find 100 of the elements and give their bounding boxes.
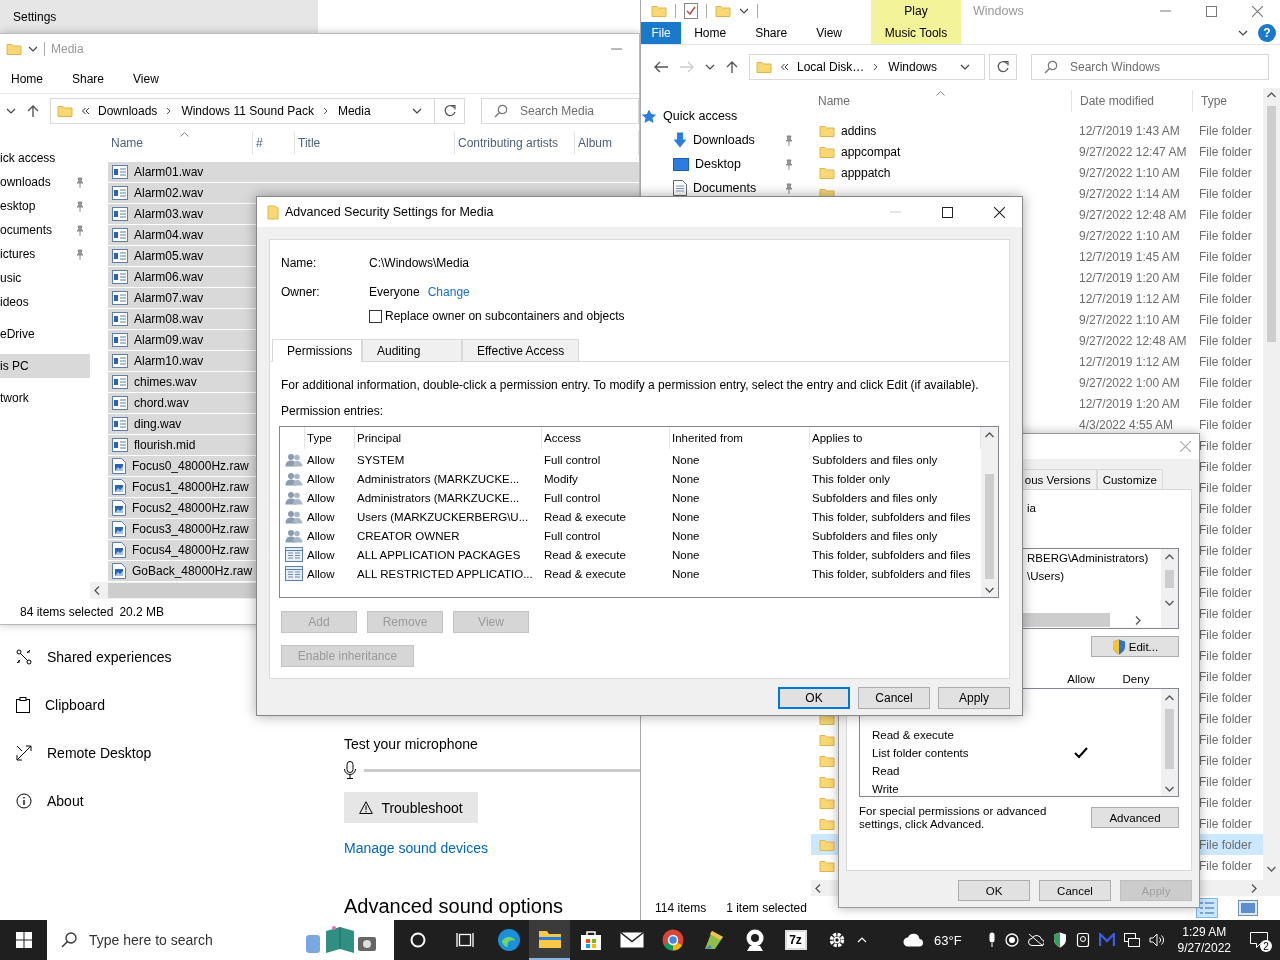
date-modified: 12/7/2019 1:43 AM xyxy=(1079,123,1180,138)
applies-to: Subfolders and files only xyxy=(812,491,938,504)
info-text: For additional information, double-click a permission entry. To modify a permission entry, select the entry and click Edit (if available). xyxy=(281,378,979,392)
item-type: File folder xyxy=(1199,732,1252,747)
item-type: File folder xyxy=(1199,858,1252,873)
inherited-from: None xyxy=(672,453,700,466)
dialog-title: Advanced Security Settings for Media xyxy=(285,205,494,219)
applies-to: This folder only xyxy=(812,472,890,485)
item-type: File folder xyxy=(1199,417,1252,432)
entry-type: Allow xyxy=(307,567,335,580)
section-heading: Test your microphone xyxy=(344,736,478,752)
column-header: Deny xyxy=(1122,673,1150,685)
folder-name: appcompat xyxy=(841,144,901,159)
date-modified: 4/3/2022 4:55 AM xyxy=(1079,417,1174,432)
item-type: File folder xyxy=(1199,312,1252,327)
item-type: File folder xyxy=(1199,774,1252,789)
date-modified: 9/27/2022 12:48 AM xyxy=(1079,207,1187,222)
access-level: Full control xyxy=(544,529,601,542)
section-heading: Advanced sound options xyxy=(344,895,564,918)
inherited-from: None xyxy=(672,529,700,542)
principal-name: ALL APPLICATION PACKAGES xyxy=(357,548,521,561)
item-type: File folder xyxy=(1199,837,1252,852)
applies-to: This folder, subfolders and files xyxy=(812,567,971,580)
date-modified: 9/27/2022 1:14 AM xyxy=(1079,186,1180,201)
applies-to: This folder, subfolders and files xyxy=(812,510,971,523)
status-text: 1 item selected xyxy=(726,901,807,915)
entry-type: Allow xyxy=(307,548,335,561)
date-modified: 12/7/2019 1:12 AM xyxy=(1079,354,1180,369)
app-logo: 7z xyxy=(784,930,807,950)
principal-name: CREATOR OWNER xyxy=(357,529,460,542)
item-type: File folder xyxy=(1199,753,1252,768)
field-label: Name: xyxy=(281,256,318,270)
principal-name: Administrators (MARKZUCKE... xyxy=(357,472,520,485)
date-modified: 9/27/2022 12:48 AM xyxy=(1079,333,1187,348)
advanced-note: For special permissions or advanced settings, click Advanced. xyxy=(859,805,1048,831)
date-modified: 9/27/2022 1:10 AM xyxy=(1079,228,1180,243)
principal-name: Users (MARKZUCKERBERG\U... xyxy=(357,510,529,523)
item-type: File folder xyxy=(1199,249,1252,264)
entry-type: Allow xyxy=(307,491,335,504)
principal-name: ALL RESTRICTED APPLICATIO... xyxy=(357,567,533,580)
folder-name: apppatch xyxy=(841,165,891,180)
access-level: Read & execute xyxy=(544,510,626,523)
principal-name: SYSTEM xyxy=(357,453,405,466)
date-modified: 9/27/2022 1:10 AM xyxy=(1079,165,1180,180)
entry-type: Allow xyxy=(307,529,335,542)
item-type: File folder xyxy=(1199,333,1252,348)
principal-name: Administrators (MARKZUCKE... xyxy=(357,491,520,504)
applies-to: Subfolders and files only xyxy=(812,529,938,542)
item-type: File folder xyxy=(1199,291,1252,306)
entry-type: Allow xyxy=(307,472,335,485)
applies-to: This folder, subfolders and files xyxy=(812,548,971,561)
inherited-from: None xyxy=(672,472,700,485)
item-type: File folder xyxy=(1199,354,1252,369)
contextual-tab-header: Play xyxy=(904,3,928,20)
entry-type: Allow xyxy=(307,510,335,523)
permission-name: Write xyxy=(871,783,900,795)
notification-count: 2 xyxy=(1260,940,1272,952)
access-level: Full control xyxy=(544,453,601,466)
window-title: Windows xyxy=(972,4,1024,18)
status-text: 20.2 MB xyxy=(119,604,165,619)
field-label: Owner: xyxy=(281,285,321,299)
item-type: File folder xyxy=(1199,207,1252,222)
access-level: Modify xyxy=(544,472,578,485)
inherited-from: None xyxy=(672,548,700,561)
section-label: Permission entries: xyxy=(281,404,384,418)
inherited-from: None xyxy=(672,510,700,523)
access-level: Read & execute xyxy=(544,567,626,580)
item-type: File folder xyxy=(1199,795,1252,810)
item-type: File folder xyxy=(1199,186,1252,201)
access-level: Full control xyxy=(544,491,601,504)
permission-name: List folder contents xyxy=(871,747,970,759)
window-title: Media xyxy=(51,42,84,56)
applies-to: Subfolders and files only xyxy=(812,453,938,466)
access-level: Read & execute xyxy=(544,548,626,561)
object-name: ia xyxy=(1027,502,1036,514)
entry-type: Allow xyxy=(307,453,335,466)
status-text: 84 items selected xyxy=(20,604,114,619)
date-modified: 12/7/2019 1:45 AM xyxy=(1079,249,1180,264)
permission-name: Read xyxy=(871,765,901,777)
status-text: 114 items xyxy=(655,901,707,915)
column-header: Allow xyxy=(1067,673,1095,685)
folder-name: addins xyxy=(841,123,877,138)
item-type: File folder xyxy=(1199,606,1252,621)
item-type: File folder xyxy=(1199,711,1252,726)
item-type: File folder xyxy=(1199,375,1252,390)
item-type: File folder xyxy=(1199,585,1252,600)
item-type: File folder xyxy=(1199,816,1252,831)
permission-name: Read & execute xyxy=(871,729,955,741)
inherited-from: None xyxy=(672,567,700,580)
object-path: C:\Windows\Media xyxy=(369,256,470,270)
item-type: File folder xyxy=(1199,396,1252,411)
date-modified: 12/7/2019 1:12 AM xyxy=(1079,291,1180,306)
item-type: File folder xyxy=(1199,627,1252,642)
item-type: File folder xyxy=(1199,123,1252,138)
item-type: File folder xyxy=(1199,228,1252,243)
item-type: File folder xyxy=(1199,165,1252,180)
date-modified: 9/27/2022 1:00 AM xyxy=(1079,375,1180,390)
inherited-from: None xyxy=(672,491,700,504)
date-modified: 12/7/2019 1:20 AM xyxy=(1079,270,1180,285)
date-modified: 12/7/2019 1:20 AM xyxy=(1079,396,1180,411)
